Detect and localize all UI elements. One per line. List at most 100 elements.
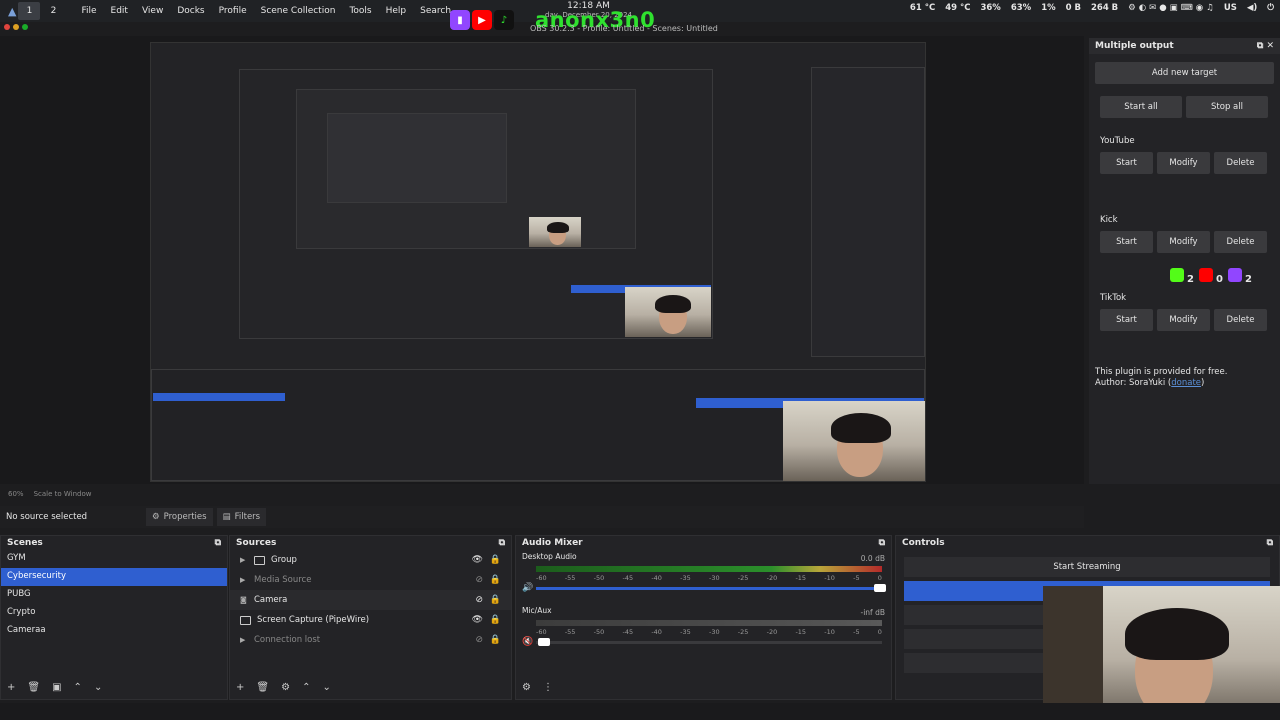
menu-profile[interactable]: Profile — [219, 6, 247, 16]
donate-link[interactable]: donate — [1171, 378, 1201, 388]
kick-viewer-count: 2 — [1187, 274, 1194, 285]
keyboard-layout[interactable]: US — [1224, 3, 1237, 13]
undock-icon[interactable]: ⧉ — [1267, 538, 1273, 548]
tiktok-delete-button[interactable]: Delete — [1214, 309, 1267, 331]
kick-start-button[interactable]: Start — [1100, 231, 1153, 253]
start-streaming-button[interactable]: Start Streaming — [904, 557, 1270, 577]
workspace-1[interactable]: 1 — [18, 2, 41, 20]
gear-icon[interactable]: ⚙ — [281, 682, 290, 693]
youtube-delete-button[interactable]: Delete — [1214, 152, 1267, 174]
target-kick-label: Kick — [1100, 215, 1118, 225]
menu-search[interactable]: Search — [420, 6, 451, 16]
add-new-target-button[interactable]: Add new target — [1095, 62, 1274, 84]
eye-icon[interactable]: 👁 — [472, 615, 483, 625]
speaker-muted-icon[interactable]: 🔇 — [522, 637, 533, 647]
scene-item-gym[interactable]: GYM — [1, 550, 227, 568]
volume-icon[interactable]: ◀) — [1247, 3, 1257, 13]
dock-controls-icon[interactable]: ⧉ ✕ — [1257, 41, 1274, 51]
meter-ticks: -60 -55 -50 -45 -40 -35 -30 -25 -20 -15 -10 -5 0 — [536, 628, 882, 636]
filters-button[interactable]: ▤ Filters — [216, 508, 267, 526]
minimize-dot-icon[interactable] — [13, 24, 19, 30]
tiktok-start-button[interactable]: Start — [1100, 309, 1153, 331]
menu-file[interactable]: File — [81, 6, 96, 16]
plugin-author: Author: SoraYuki ( — [1095, 378, 1172, 388]
source-item-connection-lost[interactable]: ▶ Connection lost ⊘ 🔒 — [230, 630, 511, 650]
tiktok-modify-button[interactable]: Modify — [1157, 309, 1210, 331]
eye-icon[interactable]: 👁 — [472, 555, 483, 565]
window-controls — [4, 24, 28, 30]
cpu-usage: 36% — [980, 3, 1001, 13]
scene-item-cybersecurity[interactable]: Cybersecurity — [1, 568, 227, 586]
source-item-media-source[interactable]: ▶ Media Source ⊘ 🔒 — [230, 570, 511, 590]
add-icon[interactable]: + — [236, 682, 244, 693]
arch-logo-icon[interactable]: ▲ — [8, 5, 16, 18]
zoom-level[interactable]: 60% — [8, 490, 24, 498]
move-up-icon[interactable]: ⌃ — [302, 682, 310, 693]
volume-slider[interactable] — [536, 641, 882, 644]
scene-item-pubg[interactable]: PUBG — [1, 586, 227, 604]
youtube-viewers: 0 — [1198, 268, 1223, 285]
workspace-2[interactable]: 2 — [42, 2, 64, 20]
lock-icon[interactable]: 🔒 — [490, 595, 501, 605]
lock-icon[interactable]: 🔒 — [490, 615, 501, 625]
lock-icon[interactable]: 🔒 — [490, 635, 501, 645]
tray-icons[interactable]: ⚙ ◐ ✉ ● ▣ ⌨ ◉ ♫ — [1128, 3, 1214, 13]
sources-toolbar: + 🗑 ⚙ ⌃ ⌄ — [236, 682, 331, 693]
volume-slider-handle[interactable] — [538, 638, 550, 646]
youtube-modify-button[interactable]: Modify — [1157, 152, 1210, 174]
plugin-note-line1: This plugin is provided for free. — [1095, 367, 1228, 377]
source-label: Media Source — [254, 575, 312, 585]
mixer-menu-icon[interactable]: ⋮ — [543, 682, 553, 693]
meter-ticks: -60 -55 -50 -45 -40 -35 -30 -25 -20 -15 -10 -5 0 — [536, 574, 882, 582]
close-dot-icon[interactable] — [4, 24, 10, 30]
eye-hidden-icon[interactable]: ⊘ — [475, 595, 483, 605]
trash-icon[interactable]: 🗑 — [256, 682, 269, 693]
play-icon: ▶ — [240, 576, 246, 584]
scene-item-crypto[interactable]: Crypto — [1, 604, 227, 622]
menu-docks[interactable]: Docks — [177, 6, 204, 16]
scene-item-cameraa[interactable]: Cameraa — [1, 622, 227, 640]
gpu-temp: 49 °C — [945, 3, 971, 13]
menu-tools[interactable]: Tools — [349, 6, 371, 16]
scenes-dock: Scenes ⧉ GYM Cybersecurity PUBG Crypto Ca… — [0, 535, 228, 700]
add-icon[interactable]: + — [7, 682, 15, 693]
speaker-icon[interactable]: 🔊 — [522, 583, 533, 593]
no-source-label: No source selected — [6, 512, 88, 522]
menu-view[interactable]: View — [142, 6, 163, 16]
lock-icon[interactable]: 🔒 — [490, 555, 501, 565]
properties-button[interactable]: ⚙ Properties — [146, 508, 213, 526]
source-item-camera[interactable]: ◙ Camera ⊘ 🔒 — [230, 590, 511, 610]
volume-slider[interactable] — [536, 587, 882, 590]
eye-hidden-icon[interactable]: ⊘ — [475, 575, 483, 585]
stop-all-button[interactable]: Stop all — [1186, 96, 1268, 118]
undock-icon[interactable]: ⧉ — [215, 538, 221, 548]
kick-modify-button[interactable]: Modify — [1157, 231, 1210, 253]
expand-icon[interactable]: ▶ — [240, 556, 248, 564]
overlay-brand-icons: ▮ ▶ ♪ — [450, 10, 514, 30]
power-icon[interactable]: ⏻ — [1267, 3, 1274, 13]
undock-icon[interactable]: ⧉ — [499, 538, 505, 548]
menu-scene-collection[interactable]: Scene Collection — [261, 6, 336, 16]
lock-icon[interactable]: 🔒 — [490, 575, 501, 585]
move-up-icon[interactable]: ⌃ — [74, 682, 82, 693]
start-all-button[interactable]: Start all — [1100, 96, 1182, 118]
audio-mixer-title: Audio Mixer — [522, 538, 583, 548]
eye-hidden-icon[interactable]: ⊘ — [475, 635, 483, 645]
undock-icon[interactable]: ⧉ — [879, 538, 885, 548]
scale-mode[interactable]: Scale to Window — [34, 490, 92, 498]
menu-edit[interactable]: Edit — [111, 6, 128, 16]
mixer-settings-icon[interactable]: ⚙ — [522, 682, 531, 693]
trash-icon[interactable]: 🗑 — [27, 682, 40, 693]
move-down-icon[interactable]: ⌄ — [94, 682, 102, 693]
move-down-icon[interactable]: ⌄ — [322, 682, 330, 693]
menu-help[interactable]: Help — [386, 6, 407, 16]
youtube-start-button[interactable]: Start — [1100, 152, 1153, 174]
filter-icon[interactable]: ▣ — [52, 682, 61, 693]
source-item-screen-capture[interactable]: Screen Capture (PipeWire) 👁 🔒 — [230, 610, 511, 630]
volume-slider-handle[interactable] — [874, 584, 886, 592]
maximize-dot-icon[interactable] — [22, 24, 28, 30]
source-item-group[interactable]: ▶ Group 👁 🔒 — [230, 550, 511, 570]
sources-header: Sources ⧉ — [230, 536, 511, 550]
plugin-note-end: ) — [1201, 378, 1205, 388]
kick-delete-button[interactable]: Delete — [1214, 231, 1267, 253]
